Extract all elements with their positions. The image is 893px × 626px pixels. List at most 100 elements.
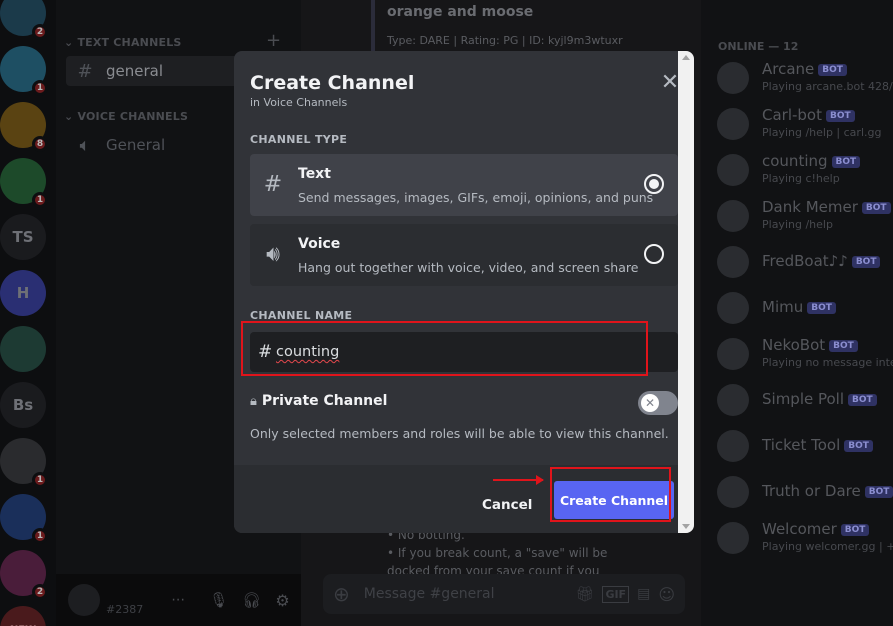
- avatar: [717, 476, 749, 508]
- member-name: Mimu BOT: [762, 298, 836, 316]
- channel-type-label: CHANNEL TYPE: [250, 133, 348, 146]
- bot-badge: BOT: [807, 302, 836, 314]
- unread-badge: 1: [32, 80, 48, 96]
- member-name: FredBoat♪♪ BOT: [762, 252, 881, 270]
- server-icon[interactable]: 1: [0, 158, 48, 208]
- scroll-down-arrow-icon[interactable]: [682, 524, 690, 529]
- gif-icon[interactable]: GIF: [602, 585, 630, 603]
- member-name: Carl-bot BOT: [762, 106, 855, 124]
- unread-badge: 2: [32, 584, 48, 600]
- scroll-up-arrow-icon[interactable]: [682, 55, 690, 60]
- sticker-icon[interactable]: ▤: [637, 586, 650, 602]
- member-item[interactable]: Dank Memer BOT Playing /help: [717, 196, 893, 236]
- server-initials: TS: [12, 228, 34, 246]
- bot-badge: BOT: [829, 340, 858, 352]
- radio-unselected[interactable]: [644, 244, 664, 264]
- member-name: Ticket Tool BOT: [762, 436, 873, 454]
- add-channel-icon[interactable]: +: [266, 30, 281, 51]
- close-icon[interactable]: ✕: [660, 72, 680, 94]
- member-name-text: NekoBot: [762, 336, 826, 354]
- server-icon[interactable]: 1: [0, 494, 48, 544]
- bot-badge: BOT: [848, 394, 877, 406]
- cancel-button[interactable]: Cancel: [482, 497, 532, 513]
- radio-selected[interactable]: [644, 174, 664, 194]
- member-item[interactable]: NekoBotBOT Playing no message inten...: [717, 334, 893, 374]
- member-item[interactable]: FredBoat♪♪ BOT: [717, 242, 893, 282]
- server-icon[interactable]: [0, 326, 46, 372]
- member-list: ONLINE — 12 Arcane BOT Playing arcane.bot …: [701, 0, 893, 626]
- option-description: Send messages, images, GIFs, emoji, opin…: [298, 190, 654, 205]
- unread-badge: 8: [32, 136, 48, 152]
- private-channel-help: Only selected members and roles will be …: [250, 426, 669, 441]
- member-item[interactable]: Arcane BOT Playing arcane.bot 428/...: [717, 58, 893, 98]
- avatar[interactable]: [68, 584, 100, 616]
- add-attachment-icon[interactable]: ⊕: [333, 582, 350, 606]
- settings-gear-icon[interactable]: ⚙: [275, 591, 289, 610]
- bot-badge: BOT: [864, 486, 893, 498]
- server-icon[interactable]: 1: [0, 438, 48, 488]
- member-name-text: counting: [762, 152, 828, 170]
- bot-badge: BOT: [826, 110, 855, 122]
- member-status: Playing /help: [762, 218, 833, 231]
- unread-badge: 1: [32, 472, 48, 488]
- category-voice-channels[interactable]: ⌄ VOICE CHANNELS: [64, 110, 188, 123]
- option-description: Hang out together with voice, video, and…: [298, 260, 639, 275]
- member-name-text: Arcane: [762, 60, 815, 78]
- modal-title: Create Channel: [250, 72, 415, 94]
- private-channel-label: Private Channel: [261, 393, 388, 409]
- member-status: Playing no message inten...: [762, 356, 893, 369]
- discord-app: 2 1 8 1 TS H Bs 1 1 2 NEW ⌄ TEXT CHANNELS + # gene…: [0, 0, 893, 626]
- modal-subtitle: in Voice Channels: [250, 96, 348, 109]
- embed-footer: Type: DARE | Rating: PG | ID: kyjl9m3wtu…: [387, 34, 623, 47]
- more-icon[interactable]: ⋯: [171, 592, 185, 608]
- avatar: [717, 154, 749, 186]
- private-channel-toggle[interactable]: ✕: [638, 391, 678, 415]
- member-name-text: Dank Memer: [762, 198, 858, 216]
- member-item[interactable]: Truth or Dare BOT: [717, 472, 893, 512]
- member-name: Truth or Dare BOT: [762, 482, 893, 500]
- modal-scrollbar[interactable]: [678, 51, 694, 533]
- avatar: [717, 200, 749, 232]
- headphones-icon[interactable]: 🎧︎: [242, 591, 261, 609]
- channel-type-voice-option[interactable]: 🔊︎ Voice Hang out together with voice, v…: [250, 224, 678, 286]
- channel-label: General: [106, 136, 166, 154]
- message-composer[interactable]: ⊕ Message #general 🎁︎ GIF ▤ ☺: [323, 574, 685, 614]
- server-initials: Bs: [12, 396, 34, 414]
- member-name-text: Truth or Dare: [762, 482, 861, 500]
- member-item[interactable]: Carl-bot BOT Playing /help | carl.gg: [717, 104, 893, 144]
- emoji-icon[interactable]: ☺: [658, 585, 675, 604]
- server-icon[interactable]: 1: [0, 46, 48, 96]
- member-item[interactable]: Ticket Tool BOT: [717, 426, 893, 466]
- server-icon[interactable]: NEW: [0, 606, 46, 626]
- mic-icon[interactable]: 🎙︎: [209, 591, 228, 609]
- member-item[interactable]: WelcomerBOT Playing welcomer.gg | +h...: [717, 518, 893, 558]
- channel-type-text-option[interactable]: # Text Send messages, images, GIFs, emoj…: [250, 154, 678, 216]
- user-panel: #2387 ⋯ 🎙︎ 🎧︎ ⚙: [56, 574, 301, 626]
- server-icon[interactable]: 2: [0, 550, 48, 600]
- lock-icon: 🔒︎: [250, 393, 257, 409]
- unread-badge: 1: [32, 192, 48, 208]
- server-icon[interactable]: TS: [0, 214, 46, 260]
- category-label: VOICE CHANNELS: [77, 110, 189, 123]
- server-icon[interactable]: 2: [0, 0, 48, 40]
- server-icon[interactable]: Bs: [0, 382, 46, 428]
- unread-badge: 1: [32, 528, 48, 544]
- member-name-text: FredBoat♪♪: [762, 252, 848, 270]
- server-icon[interactable]: H: [0, 270, 46, 316]
- member-name-text: Ticket Tool: [762, 436, 841, 454]
- member-name-text: Welcomer: [762, 520, 837, 538]
- toggle-off-icon: ✕: [641, 394, 659, 412]
- category-text-channels[interactable]: ⌄ TEXT CHANNELS: [64, 36, 182, 49]
- member-item[interactable]: Mimu BOT: [717, 288, 893, 328]
- gift-icon[interactable]: 🎁︎: [575, 585, 594, 603]
- member-name: Welcomer BOT: [762, 520, 870, 538]
- member-status: Playing c!help: [762, 172, 840, 185]
- server-icon[interactable]: 8: [0, 102, 48, 152]
- member-item[interactable]: Simple Poll BOT: [717, 380, 893, 420]
- composer-placeholder: Message #general: [363, 586, 495, 602]
- bot-badge: BOT: [844, 440, 873, 452]
- member-item[interactable]: counting BOT Playing c!help: [717, 150, 893, 190]
- avatar: [717, 338, 749, 370]
- member-status: Playing /help | carl.gg: [762, 126, 882, 139]
- avatar: [717, 384, 749, 416]
